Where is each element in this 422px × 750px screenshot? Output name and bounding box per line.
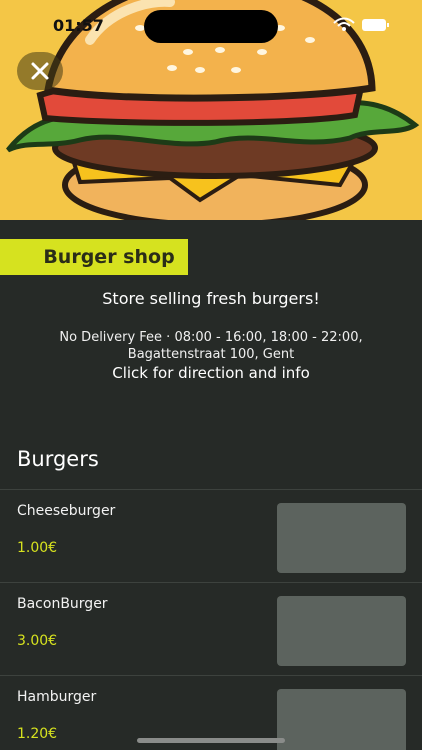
item-thumbnail xyxy=(277,689,406,750)
item-name: Cheeseburger xyxy=(17,503,116,519)
item-price: 3.00€ xyxy=(17,633,58,649)
wifi-icon xyxy=(333,17,355,31)
menu-item-cheeseburger[interactable]: Cheeseburger 1.00€ xyxy=(0,489,422,582)
status-time: 01:57 xyxy=(53,16,104,35)
shop-name: Burger shop xyxy=(43,246,175,268)
item-price: 1.20€ xyxy=(17,726,58,742)
shop-info-hours: No Delivery Fee · 08:00 - 16:00, 18:00 -… xyxy=(59,330,363,345)
close-button[interactable] xyxy=(17,52,63,90)
status-bar: 01:57 xyxy=(0,0,422,50)
shop-info-address: Bagattenstraat 100, Gent xyxy=(127,347,295,362)
dynamic-island xyxy=(144,10,278,43)
item-name: BaconBurger xyxy=(17,596,108,612)
home-indicator[interactable] xyxy=(137,738,285,743)
item-thumbnail xyxy=(277,596,406,666)
section-title: Burgers xyxy=(17,447,99,471)
item-thumbnail xyxy=(277,503,406,573)
item-name: Hamburger xyxy=(17,689,97,705)
menu-item-baconburger[interactable]: BaconBurger 3.00€ xyxy=(0,582,422,675)
item-price: 1.00€ xyxy=(17,540,58,556)
shop-name-tag: Burger shop xyxy=(0,239,188,275)
close-icon xyxy=(31,62,49,80)
direction-link[interactable]: Click for direction and info xyxy=(0,364,422,382)
status-icons xyxy=(333,17,389,31)
battery-icon xyxy=(362,19,389,31)
shop-tagline: Store selling fresh burgers! xyxy=(102,289,320,308)
